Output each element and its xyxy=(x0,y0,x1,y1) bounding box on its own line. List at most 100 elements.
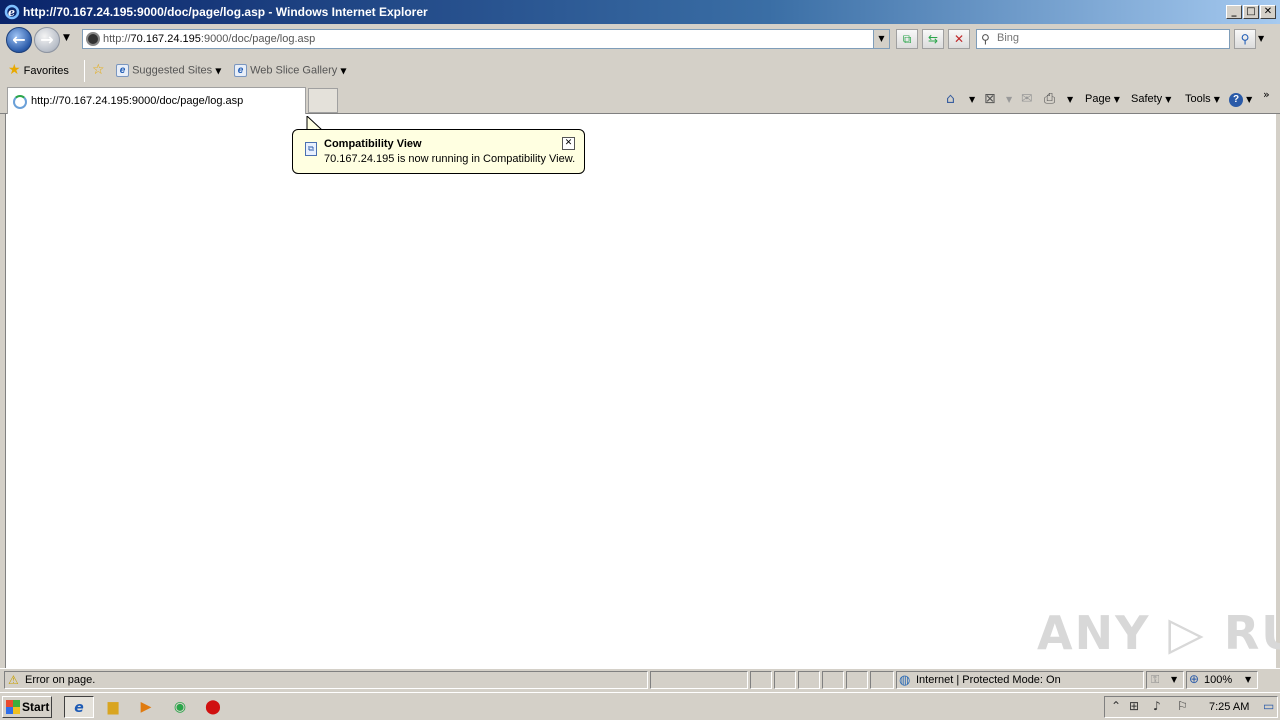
help-icon: ? xyxy=(1229,93,1243,107)
print-icon[interactable]: ⎙ xyxy=(1044,91,1055,107)
title-bar: e http://70.167.24.195:9000/doc/page/log… xyxy=(0,0,1280,24)
tab-label: http://70.167.24.195:9000/doc/page/log.a… xyxy=(31,95,244,107)
security-zone-text: Internet | Protected Mode: On xyxy=(916,674,1061,686)
taskbar-chrome[interactable]: ◉ xyxy=(165,696,195,718)
lock-icon: ⚿ xyxy=(1151,673,1160,686)
taskbar-media-player[interactable]: ▶ xyxy=(131,696,161,718)
page-content: ⧉ Compatibility View 70.167.24.195 is no… xyxy=(5,114,1280,668)
compatibility-view-icon: ⧉ xyxy=(305,142,317,156)
tab-row: http://70.167.24.195:9000/doc/page/log.a… xyxy=(0,86,1280,114)
zoom-pane[interactable]: ⊕ 100% ▼ xyxy=(1186,671,1258,689)
search-provider-icon: ⚲ xyxy=(981,32,990,46)
taskbar: Start e ▆ ▶ ◉ ⬤ ⌃ ⊞ ♪ ⚐ 7:25 AM ▭ xyxy=(0,692,1280,720)
add-to-favorites-bar-button[interactable]: ☆ xyxy=(92,62,105,78)
chevron-down-icon: ▼ xyxy=(215,66,222,76)
taskbar-stop-app[interactable]: ⬤ xyxy=(198,696,228,718)
refresh-button[interactable]: ⇆ xyxy=(922,29,944,49)
new-tab-button[interactable] xyxy=(308,88,338,113)
feeds-dropdown[interactable]: ▼ xyxy=(1006,93,1012,105)
zoom-icon: ⊕ xyxy=(1189,672,1200,686)
ie-icon: e xyxy=(74,700,84,716)
show-hidden-icons-icon[interactable]: ⌃ xyxy=(1111,699,1121,713)
clock[interactable]: 7:25 AM xyxy=(1209,701,1249,713)
status-bar: ⚠ Error on page. ◍ Internet | Protected … xyxy=(0,668,1280,690)
recent-pages-dropdown[interactable]: ▼ xyxy=(63,33,70,43)
status-progress-pane xyxy=(650,671,748,689)
address-bar[interactable]: http://70.167.24.195:9000/doc/page/log.a… xyxy=(82,29,890,49)
maximize-button[interactable]: □ xyxy=(1243,5,1259,19)
favorites-item-web-slice-gallery[interactable]: e Web Slice Gallery ▼ xyxy=(234,64,347,77)
taskbar-internet-explorer[interactable]: e xyxy=(64,696,94,718)
media-player-icon: ▶ xyxy=(140,699,152,715)
favorites-item-suggested-sites[interactable]: e Suggested Sites ▼ xyxy=(116,64,221,77)
start-button[interactable]: Start xyxy=(2,696,52,718)
folder-icon: ▆ xyxy=(107,699,119,715)
more-commands-chevron-icon[interactable]: » xyxy=(1263,88,1270,101)
status-pane xyxy=(846,671,868,689)
ie-page-icon: e xyxy=(234,64,247,77)
status-pane xyxy=(822,671,844,689)
warning-icon: ⚠ xyxy=(8,673,19,687)
status-message: Error on page. xyxy=(25,674,96,686)
status-pane xyxy=(750,671,772,689)
network-icon[interactable]: ⊞ xyxy=(1129,699,1139,713)
address-url[interactable]: http://70.167.24.195:9000/doc/page/log.a… xyxy=(103,33,315,45)
balloon-title: Compatibility View xyxy=(324,138,422,150)
forward-button[interactable]: → xyxy=(34,27,60,53)
search-button[interactable]: ⚲ xyxy=(1234,29,1256,49)
refresh-icon: ⇆ xyxy=(927,32,939,46)
page-menu[interactable]: Page ▼ xyxy=(1085,93,1120,105)
ie-page-icon: e xyxy=(116,64,129,77)
loading-icon xyxy=(13,95,27,109)
status-message-pane[interactable]: ⚠ Error on page. xyxy=(4,671,648,689)
favorites-button[interactable]: ★ Favorites xyxy=(8,62,69,78)
back-icon: ← xyxy=(12,30,26,49)
balloon-message: 70.167.24.195 is now running in Compatib… xyxy=(324,153,576,165)
mail-icon[interactable]: ✉ xyxy=(1021,91,1033,107)
search-input[interactable] xyxy=(997,32,1217,44)
minimize-button[interactable]: _ xyxy=(1226,5,1242,19)
stop-icon: ✕ xyxy=(953,32,965,46)
status-pane xyxy=(774,671,796,689)
action-center-flag-icon[interactable]: ⚐ xyxy=(1177,699,1188,713)
red-stop-icon: ⬤ xyxy=(205,699,221,715)
window-title: http://70.167.24.195:9000/doc/page/log.a… xyxy=(23,5,428,19)
security-zone-pane[interactable]: ◍ Internet | Protected Mode: On xyxy=(896,671,1144,689)
search-options-dropdown[interactable]: ▼ xyxy=(1258,34,1264,43)
favorites-label: Favorites xyxy=(23,65,69,77)
search-box[interactable]: ⚲ xyxy=(976,29,1230,49)
volume-icon[interactable]: ♪ xyxy=(1153,699,1161,713)
back-button[interactable]: ← xyxy=(6,27,32,53)
stop-button[interactable]: ✕ xyxy=(948,29,970,49)
favorites-divider xyxy=(84,60,85,82)
browser-tab[interactable]: http://70.167.24.195:9000/doc/page/log.a… xyxy=(7,87,306,114)
status-pane xyxy=(870,671,894,689)
chevron-down-icon: ▼ xyxy=(1171,675,1178,684)
balloon-close-button[interactable]: ✕ xyxy=(562,137,575,150)
ie-logo-icon: e xyxy=(4,4,20,20)
windows-logo-icon xyxy=(6,700,20,714)
chrome-icon: ◉ xyxy=(173,699,187,715)
feeds-icon[interactable]: ⊠ xyxy=(984,91,996,107)
show-desktop-icon[interactable]: ▭ xyxy=(1263,699,1274,713)
add-favorite-star-icon: ☆ xyxy=(92,62,105,78)
help-menu[interactable]: ? ▼ xyxy=(1229,93,1252,107)
page-favicon-icon xyxy=(86,32,100,46)
globe-icon: ◍ xyxy=(899,673,911,688)
close-button[interactable]: ✕ xyxy=(1260,5,1276,19)
status-pane xyxy=(798,671,820,689)
chevron-down-icon: ▼ xyxy=(340,66,347,76)
taskbar-explorer[interactable]: ▆ xyxy=(98,696,128,718)
system-tray: ⌃ ⊞ ♪ ⚐ 7:25 AM ▭ xyxy=(1104,696,1278,718)
address-dropdown-button[interactable]: ▼ xyxy=(873,30,889,48)
protected-mode-pane[interactable]: ⚿ ▼ xyxy=(1146,671,1184,689)
forward-icon: → xyxy=(40,30,54,49)
svg-text:e: e xyxy=(8,6,15,19)
compatibility-view-button[interactable]: ⧉ xyxy=(896,29,918,49)
home-icon[interactable]: ⌂ xyxy=(946,91,955,107)
safety-menu[interactable]: Safety ▼ xyxy=(1131,93,1171,105)
favorites-bar: ★ Favorites ☆ e Suggested Sites ▼ e Web … xyxy=(0,56,1280,86)
tools-menu[interactable]: Tools ▼ xyxy=(1185,93,1220,105)
home-dropdown[interactable]: ▼ xyxy=(969,93,975,105)
print-dropdown[interactable]: ▼ xyxy=(1067,93,1073,105)
